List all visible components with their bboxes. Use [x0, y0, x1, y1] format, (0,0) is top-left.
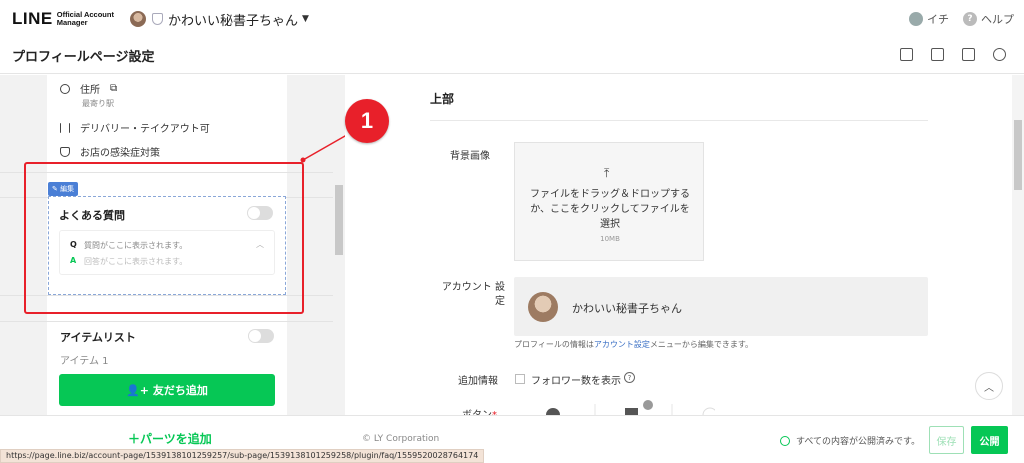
publish-button[interactable]: 公開: [971, 426, 1008, 454]
section-title: 上部: [430, 92, 455, 106]
add-user-icon: 👤+: [126, 383, 150, 397]
background-label: 背景画像: [450, 151, 490, 162]
account-note: プロフィールの情報はアカウント設定メニューから編集できます。: [514, 339, 753, 350]
page-title: プロフィールページ設定: [12, 50, 155, 65]
follower-checkbox[interactable]: [515, 374, 525, 384]
external-link-icon[interactable]: [931, 48, 944, 61]
account-settings-label: アカウント 設定: [441, 282, 505, 307]
top-bar: LINE Official Account Manager かわいい秘書子ちゃん…: [0, 0, 1024, 38]
line-logo[interactable]: LINE Official Account Manager: [12, 9, 114, 29]
account-info-box: かわいい秘書子ちゃん: [514, 277, 928, 336]
logo-line-text: LINE: [12, 9, 53, 28]
copy-icon: ⧉: [110, 83, 118, 94]
help-icon: ?: [963, 12, 977, 26]
shield-icon: [151, 13, 163, 25]
account-switcher[interactable]: かわいい秘書子ちゃん ▼: [129, 10, 309, 29]
address-row: 住所 ⧉: [60, 81, 117, 96]
preview-pane: 住所 ⧉ 最寄り駅 デリバリー・テイクアウト可 お店の感染症対策 ✎ 編集 よく…: [0, 75, 345, 415]
layout-icon[interactable]: [900, 48, 913, 61]
follower-label[interactable]: フォロワー数を表示: [531, 372, 621, 387]
scroll-to-top-button[interactable]: ︿: [975, 372, 1003, 400]
note-text-after: メニューから編集できます。: [649, 340, 754, 349]
address-label: 住所: [80, 85, 100, 96]
account-avatar: [129, 11, 146, 27]
publish-status: すべての内容が公開済みです。: [780, 434, 920, 447]
add-parts-button[interactable]: ＋パーツを追加: [128, 430, 212, 447]
covid-row: お店の感染症対策: [60, 144, 160, 159]
help-menu[interactable]: ? ヘルプ: [963, 11, 1014, 27]
dropzone-text: ファイルをドラッグ＆ドロップするか、ここをクリックしてファイルを選択: [530, 189, 690, 230]
publish-status-text: すべての内容が公開済みです。: [796, 437, 921, 447]
logo-sub-text: Official Account Manager: [57, 11, 114, 27]
shield-icon: [60, 146, 70, 157]
item-list-sub: アイテム 1: [60, 356, 109, 367]
settings-scrollbar[interactable]: [1012, 75, 1024, 415]
user-label: イチ: [927, 13, 949, 26]
account-avatar: [528, 292, 558, 322]
add-friend-label: 友だち追加: [152, 384, 208, 397]
add-friend-button[interactable]: 👤+ 友だち追加: [59, 374, 275, 406]
delivery-row: デリバリー・テイクアウト可: [60, 120, 210, 135]
note-text-before: プロフィールの情報は: [514, 340, 594, 349]
account-name: かわいい秘書子ちゃん: [167, 13, 298, 29]
location-pin-icon: [60, 83, 70, 94]
page-header: プロフィールページ設定: [0, 38, 1024, 74]
list-check-icon[interactable]: [962, 48, 975, 61]
user-menu[interactable]: イチ: [909, 11, 949, 27]
preview-scrollbar[interactable]: [333, 75, 345, 415]
gear-icon[interactable]: [993, 48, 1006, 61]
item-list-toggle[interactable]: [248, 329, 274, 343]
address-sub: 最寄り駅: [82, 99, 114, 108]
help-label: ヘルプ: [981, 13, 1014, 26]
upload-icon: ⤒: [604, 166, 610, 180]
settings-pane: 上部 背景画像 ⤒ ファイルをドラッグ＆ドロップするか、ここをクリックしてファイ…: [345, 75, 1012, 421]
scrollbar-thumb[interactable]: [1014, 120, 1022, 190]
section-divider: [430, 120, 928, 121]
scrollbar-thumb[interactable]: [335, 185, 343, 255]
account-settings-link[interactable]: アカウント設定: [594, 340, 650, 349]
account-display-name: かわいい秘書子ちゃん: [572, 302, 682, 315]
button-options[interactable]: [525, 400, 715, 415]
dropzone-size: 10MB: [600, 235, 620, 243]
status-url-tooltip: https://page.line.biz/account-page/15391…: [0, 449, 485, 463]
help-icon[interactable]: ?: [624, 372, 635, 383]
background-dropzone[interactable]: ⤒ ファイルをドラッグ＆ドロップするか、ここをクリックしてファイルを選択 10M…: [514, 142, 704, 261]
item-list-title: アイテムリスト: [60, 331, 136, 344]
delivery-label: デリバリー・テイクアウト可: [80, 124, 210, 135]
check-circle-icon: [780, 435, 790, 446]
extra-info-label: 追加情報: [458, 376, 498, 387]
logo-sub-line-2: Manager: [56, 18, 88, 27]
divider: [0, 321, 345, 322]
copyright: © LY Corporation: [362, 434, 440, 444]
highlight-box: [24, 162, 304, 314]
fork-knife-icon: [60, 122, 70, 133]
user-icon: [909, 12, 923, 26]
callout-badge: 1: [345, 99, 389, 143]
save-button[interactable]: 保存: [929, 426, 964, 454]
covid-label: お店の感染症対策: [80, 148, 160, 159]
chevron-down-icon: ▼: [301, 14, 309, 24]
